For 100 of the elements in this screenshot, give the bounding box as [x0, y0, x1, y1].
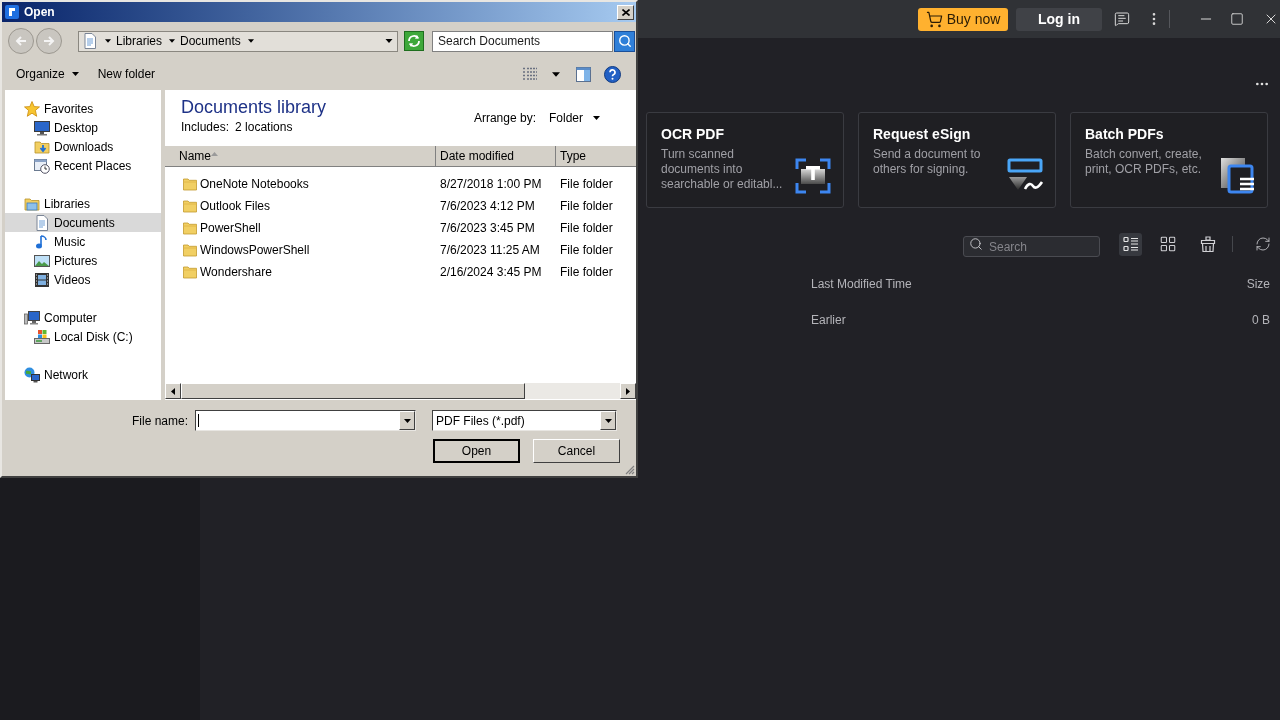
date-cell-text: 8/27/2018 1:00 PM [439, 176, 543, 193]
search-button[interactable] [614, 30, 635, 52]
column-header[interactable]: Size [1246, 275, 1270, 293]
nav-item[interactable]: Network [5, 365, 161, 384]
folder-icon [183, 177, 197, 191]
text-cursor [198, 414, 199, 427]
column-header[interactable]: Name [165, 146, 436, 166]
view-toggle-button[interactable] [1119, 232, 1142, 256]
clock-window-icon [34, 157, 50, 174]
caret-icon [403, 418, 411, 423]
organize-button[interactable]: Organize [16, 63, 79, 85]
breadcrumb-item[interactable]: Documents [180, 33, 241, 49]
file-type-select[interactable]: PDF Files (*.pdf) [432, 410, 617, 431]
refresh-arrows-icon [407, 35, 421, 47]
nav-item[interactable]: Music [5, 232, 161, 251]
search-field[interactable]: Search Documents [432, 30, 613, 52]
nav-item[interactable]: Pictures [5, 251, 161, 270]
includes-label: Includes: [181, 119, 230, 136]
maximize-icon[interactable] [1230, 12, 1244, 26]
refresh-button[interactable] [404, 31, 424, 51]
caret-icon [71, 72, 79, 76]
computer-icon [24, 309, 40, 326]
buy-now-button[interactable]: Buy now [918, 7, 1008, 31]
dropdown-caret-icon [552, 71, 560, 77]
scroll-left-button[interactable] [165, 383, 181, 399]
details-view-icon[interactable] [522, 67, 538, 81]
file-name-cell[interactable]: Outlook Files [200, 197, 271, 215]
type-cell-text: File folder [559, 176, 613, 193]
search-icon [969, 237, 983, 251]
document-icon [34, 214, 50, 231]
nav-item[interactable]: Downloads [5, 137, 161, 156]
address-bar[interactable]: Libraries Documents [78, 30, 398, 52]
table-cell-text: Earlier [811, 312, 846, 329]
open-button[interactable]: Open [433, 439, 520, 463]
star-icon [24, 100, 40, 117]
tool-card[interactable]: OCR PDF Turn scanned documents into searchable or editabl... [646, 112, 844, 208]
date-cell-text: 7/6/2023 4:12 PM [439, 198, 536, 215]
scrollbar-thumb[interactable] [181, 383, 525, 399]
help-icon[interactable] [604, 65, 621, 83]
card-description: Send a document to others for signing. [873, 147, 982, 177]
page-stack-icon [1219, 156, 1255, 194]
folder-icon [183, 243, 197, 257]
arrange-by-dropdown[interactable]: Folder [549, 109, 600, 127]
monitor-icon [34, 119, 50, 136]
file-name-cell[interactable]: OneNote Notebooks [200, 175, 309, 193]
table-cell-text: 0 B [1252, 312, 1270, 329]
chat-icon[interactable] [1114, 11, 1130, 27]
column-header[interactable]: Type [556, 146, 636, 166]
app-icon [5, 5, 19, 19]
film-strip-icon [34, 271, 50, 288]
left-arrow-icon [15, 36, 27, 46]
breadcrumb-item[interactable]: Libraries [116, 33, 163, 49]
card-description: Turn scanned documents into searchable or editabl... [661, 147, 784, 192]
arrange-by-label: Arrange by: [473, 110, 536, 127]
window-title: Open [24, 4, 55, 21]
cart-icon [925, 10, 943, 28]
nav-item[interactable]: Recent Places [5, 156, 161, 175]
log-in-button[interactable]: Log in [1016, 7, 1102, 31]
nav-item[interactable]: Computer [5, 308, 161, 327]
folder-icon [183, 221, 197, 235]
scroll-right-button[interactable] [620, 383, 636, 399]
right-arrow-icon [43, 36, 55, 46]
nav-item[interactable]: Local Disk (C:) [5, 327, 161, 346]
file-name-cell[interactable]: WindowsPowerShell [200, 241, 310, 259]
drive-icon [34, 328, 50, 345]
dropdown-button[interactable] [600, 411, 616, 430]
close-icon [621, 8, 630, 16]
search-icon [617, 34, 632, 48]
dropdown-button[interactable] [399, 411, 415, 430]
tool-card[interactable]: Batch PDFs Batch convert, create, print, OCR PDFs, etc. [1070, 112, 1268, 208]
nav-item[interactable]: Libraries [5, 194, 161, 213]
library-title: Documents library [181, 96, 327, 118]
music-note-icon [34, 233, 50, 250]
close-button[interactable] [617, 4, 634, 20]
nav-item[interactable]: Favorites [5, 99, 161, 118]
picture-icon [34, 252, 50, 269]
preview-pane-icon[interactable] [576, 66, 591, 82]
file-name-cell[interactable]: Wondershare [200, 263, 272, 281]
nav-item[interactable]: Documents [5, 213, 161, 232]
nav-item[interactable]: Desktop [5, 118, 161, 137]
search-field[interactable]: Search [963, 236, 1100, 257]
resize-grip-icon[interactable] [624, 464, 635, 475]
library-folder-icon [24, 195, 40, 212]
trash-can-icon[interactable] [1200, 236, 1216, 252]
locations-link[interactable]: 2 locations [235, 118, 293, 136]
file-name-field[interactable] [195, 410, 416, 431]
new-folder-button[interactable]: New folder [97, 63, 156, 85]
nav-item[interactable]: Videos [5, 270, 161, 289]
right-triangle-icon [626, 387, 630, 395]
file-name-cell[interactable]: PowerShell [200, 219, 261, 237]
card-title: OCR PDF [661, 125, 725, 143]
refresh-icon[interactable] [1255, 236, 1271, 252]
date-cell-text: 2/16/2024 3:45 PM [439, 264, 543, 281]
type-cell-text: File folder [559, 242, 613, 259]
column-header[interactable]: Date modified [436, 146, 556, 166]
column-header[interactable]: Last Modified Time [811, 275, 912, 293]
folder-icon [183, 265, 197, 279]
list-view-icon [1122, 236, 1139, 252]
cancel-button[interactable]: Cancel [533, 439, 620, 463]
tool-card[interactable]: Request eSign Send a document to others for signing. [858, 112, 1056, 208]
